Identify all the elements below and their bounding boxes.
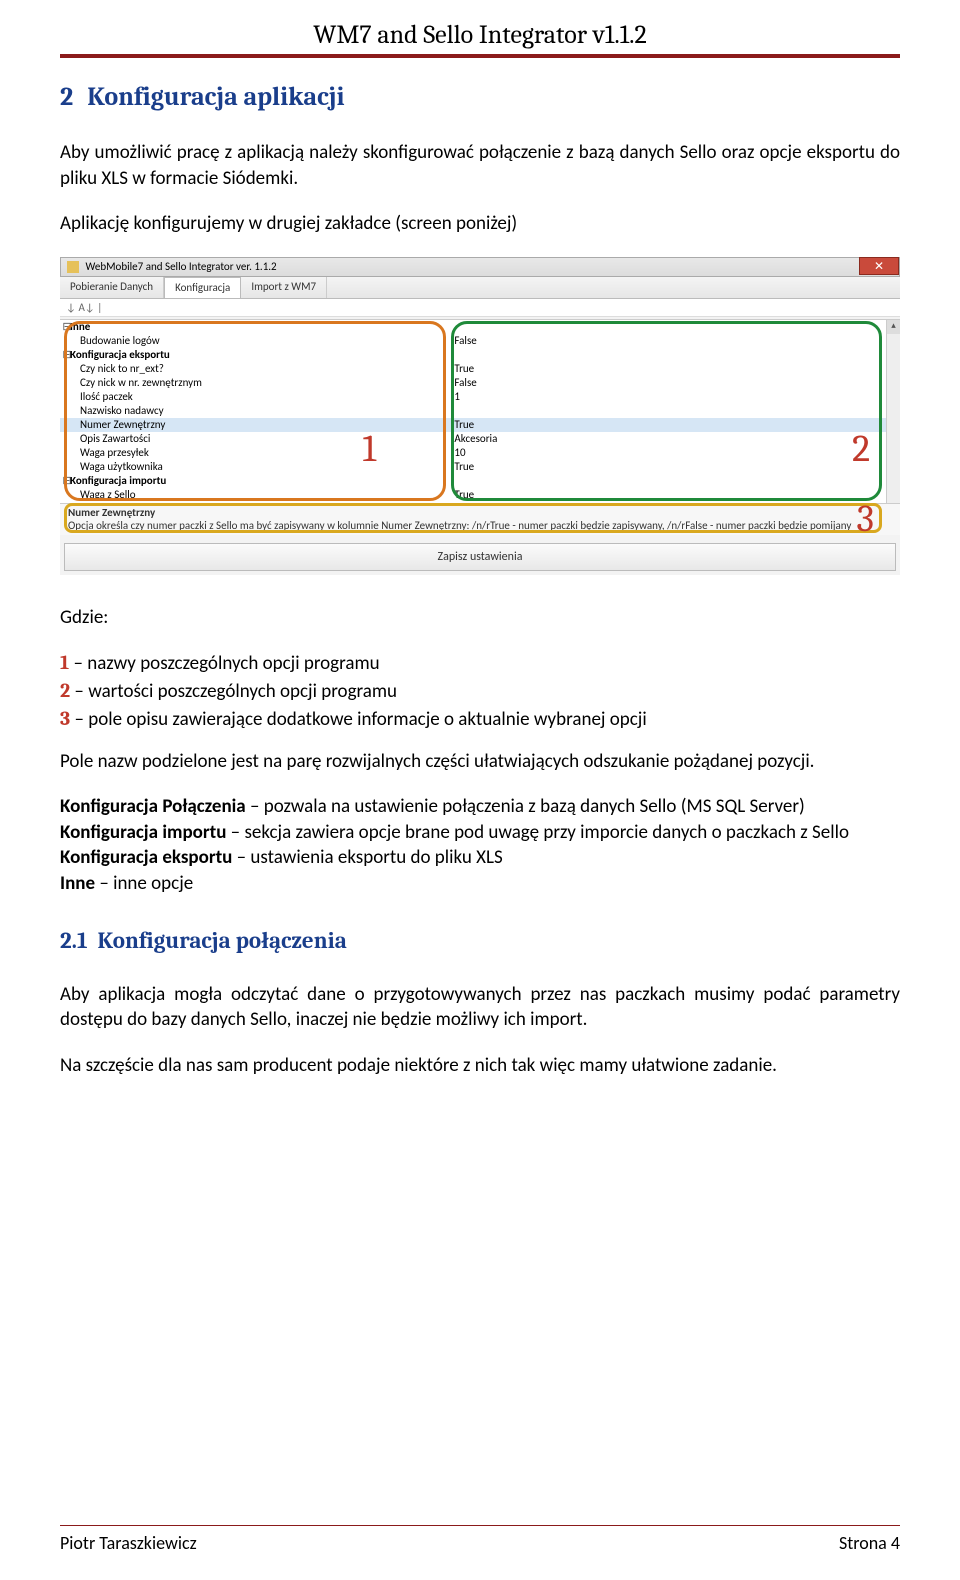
intro-p2: Aplikację konfigurujemy w drugiej zakład… [60,211,900,237]
description-panel: Numer Zewnętrzny Opcja określa czy numer… [60,503,900,535]
row-cat-eksport[interactable]: ⊟Konfiguracja eksportu [60,348,900,362]
ki-rest: – sekcja zawiera opcje brane pod uwagę p… [226,821,849,844]
scroll-up-icon[interactable]: ▴ [887,320,900,334]
collapse-icon[interactable]: ⊟ [62,320,72,334]
footer-rule [60,1525,900,1526]
app-icon [67,261,79,273]
kp-rest: – pozwala na ustawienie połączenia z baz… [246,795,805,818]
header-rule [60,54,900,58]
close-icon[interactable]: ✕ [859,257,899,275]
collapse-icon[interactable]: ⊟ [62,474,72,488]
row-cat-inne[interactable]: ⊟Inne [60,320,900,334]
sub-p1: Aby aplikacja mogła odczytać dane o przy… [60,982,900,1033]
window-title: WebMobile7 and Sello Integrator ver. 1.1… [86,260,277,273]
app-screenshot: WebMobile7 and Sello Integrator ver. 1.1… [60,257,900,575]
property-grid: ⊟Inne Budowanie logówFalse ⊟Konfiguracja… [60,319,900,533]
row-nick-nr-ext[interactable]: Czy nick to nr_ext?True [60,362,900,376]
row-waga-przesylek[interactable]: Waga przesyłek10 [60,446,900,460]
row-waga-uzytkownika[interactable]: Waga użytkownikaTrue [60,460,900,474]
scrollbar[interactable]: ▴ [886,320,900,533]
section-title: Konfiguracja aplikacji [87,82,344,112]
row-cat-import[interactable]: ⊟Konfiguracja importu [60,474,900,488]
row-waga-sello[interactable]: Waga z SelloTrue [60,488,900,502]
window-titlebar: WebMobile7 and Sello Integrator ver. 1.1… [60,257,900,277]
in-rest: – inne opcje [95,872,193,895]
tab-pobieranie[interactable]: Pobieranie Danych [60,277,164,298]
row-ilosc-paczek[interactable]: Ilość paczek1 [60,390,900,404]
ke-rest: – ustawienia eksportu do pliku XLS [232,846,502,869]
ke-bold: Konfiguracja eksportu [60,846,232,869]
save-settings-button[interactable]: Zapisz ustawienia [64,543,896,571]
description-text: Opcja określa czy numer paczki z Sello m… [68,519,892,532]
legend-1: 1 – nazwy poszczególnych opcji programu [60,651,900,675]
in-bold: Inne [60,872,95,895]
tab-konfiguracja[interactable]: Konfiguracja [164,277,241,298]
config-list: Konfiguracja Połączenia – pozwala na ust… [60,794,900,897]
row-nick-zewn[interactable]: Czy nick w nr. zewnętrznymFalse [60,376,900,390]
legend-2: 2 – wartości poszczególnych opcji progra… [60,679,900,703]
tab-import[interactable]: Import z WM7 [241,277,327,298]
ki-bold: Konfiguracja importu [60,821,226,844]
row-opis-zawartosci[interactable]: Opis ZawartościAkcesoria [60,432,900,446]
row-numer-zewnetrzny[interactable]: Numer ZewnętrznyTrue [60,418,900,432]
description-title: Numer Zewnętrzny [68,506,892,519]
page-footer: Piotr Taraszkiewicz Strona 4 [60,1525,900,1554]
grid-toolbar: ↓ A↓ | [60,299,900,317]
tabs-row: Pobieranie Danych Konfiguracja Import z … [60,277,900,299]
doc-header-title: WM7 and Sello Integrator v1.1.2 [60,20,900,50]
section-number: 2 [60,82,73,112]
legend-3: 3 – pole opisu zawierające dodatkowe inf… [60,707,900,731]
footer-author: Piotr Taraszkiewicz [60,1532,197,1554]
legend-block: 1 – nazwy poszczególnych opcji programu … [60,651,900,731]
footer-page: Strona 4 [839,1532,900,1554]
intro-p1: Aby umożliwić pracę z aplikacją należy s… [60,140,900,191]
subsection-title: Konfiguracja połączenia [98,927,347,954]
row-budowanie-logow[interactable]: Budowanie logówFalse [60,334,900,348]
subsection-heading: 2.1 Konfiguracja połączenia [60,927,900,954]
gdzie-title: Gdzie: [60,605,900,631]
row-nazwisko-nadawcy[interactable]: Nazwisko nadawcy [60,404,900,418]
collapse-icon[interactable]: ⊟ [62,348,72,362]
subsection-number: 2.1 [60,927,88,954]
sub-p2: Na szczęście dla nas sam producent podaj… [60,1053,900,1079]
kp-bold: Konfiguracja Połączenia [60,795,246,818]
pole-para: Pole nazw podzielone jest na parę rozwij… [60,749,900,775]
section-heading: 2 Konfiguracja aplikacji [60,82,900,112]
